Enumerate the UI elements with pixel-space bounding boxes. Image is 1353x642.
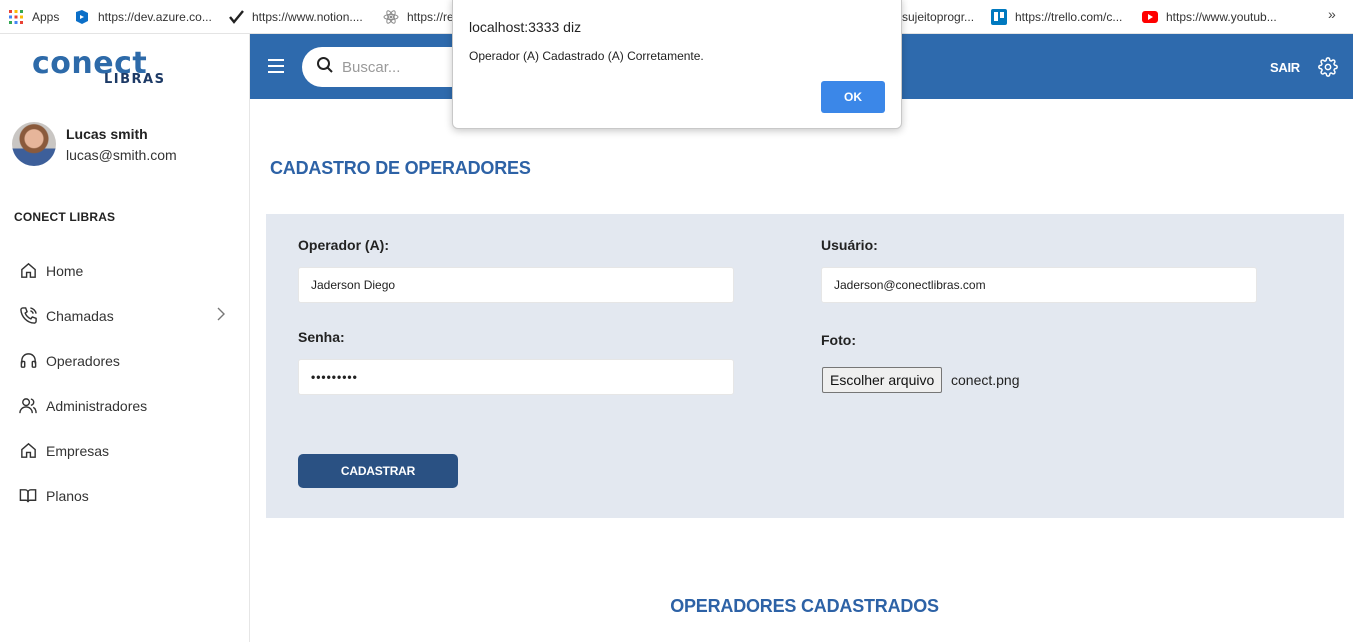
bookmark-label: https://trello.com/c... (1015, 9, 1123, 24)
bookmark-youtube[interactable]: https://www.youtub... (1142, 0, 1277, 33)
hamburger-menu-icon[interactable] (266, 56, 286, 76)
sidebar-item-empresas[interactable]: Empresas (0, 428, 249, 473)
sidebar-item-planos[interactable]: Planos (0, 473, 249, 518)
alert-dialog: localhost:3333 diz Operador (A) Cadastra… (452, 0, 902, 129)
page-title: CADASTRO DE OPERADORES (270, 158, 531, 178)
book-icon (18, 486, 38, 506)
user-name: Lucas smith (66, 126, 148, 142)
user-email: lucas@smith.com (66, 147, 177, 163)
search-box[interactable] (302, 47, 472, 87)
azure-icon (74, 9, 90, 25)
registered-operators-title: OPERADORES CADASTRADOS (670, 596, 939, 616)
bookmark-apps[interactable]: Apps (8, 0, 59, 33)
bookmark-label: https://dev.azure.co... (98, 9, 212, 24)
operator-name-field[interactable] (298, 267, 734, 303)
sidebar-nav: Home Chamadas Operadores Administradores (0, 248, 249, 518)
notion-check-icon (228, 9, 244, 25)
alert-ok-button[interactable]: OK (821, 81, 885, 113)
phone-icon (18, 306, 38, 326)
gear-icon[interactable] (1318, 57, 1338, 77)
bookmark-label: Apps (32, 9, 60, 24)
password-field[interactable] (298, 359, 734, 395)
avatar (12, 122, 56, 166)
bookmark-notion[interactable]: https://www.notion.... (228, 0, 363, 33)
sidebar-item-label: Planos (46, 487, 89, 504)
sidebar-section-title: CONECT LIBRAS (14, 210, 116, 224)
sidebar-item-operadores[interactable]: Operadores (0, 338, 249, 383)
password-label: Senha: (298, 329, 345, 345)
sidebar-item-label: Operadores (46, 352, 120, 369)
building-icon (18, 441, 38, 461)
chevron-right-icon (217, 307, 225, 324)
react-icon (383, 9, 399, 25)
sidebar-item-label: Chamadas (46, 307, 114, 324)
bookmark-sujeitoprogramador[interactable]: sujeitoprogr... (902, 0, 974, 33)
operator-label: Operador (A): (298, 237, 389, 253)
sidebar: conect LIBRAS Lucas smith lucas@smith.co… (0, 34, 250, 642)
bookmark-label: https://www.notion.... (252, 9, 363, 24)
bookmark-react[interactable]: https://re (383, 0, 454, 33)
choose-file-button[interactable]: Escolher arquivo (822, 367, 943, 393)
conect-libras-logo[interactable]: conect LIBRAS (32, 48, 182, 88)
operator-form: Operador (A): Usuário: Senha: Foto: Esco… (266, 214, 1344, 518)
bookmarks-overflow-button[interactable]: » (1328, 6, 1336, 22)
apps-grid-icon (8, 9, 24, 25)
bookmark-azure[interactable]: https://dev.azure.co... (74, 0, 212, 33)
youtube-icon (1142, 9, 1158, 25)
search-input[interactable] (342, 58, 462, 76)
bookmark-label: sujeitoprogr... (902, 9, 975, 24)
logout-button[interactable]: SAIR (1270, 60, 1300, 75)
bookmark-label: https://re (407, 9, 454, 24)
register-button[interactable]: CADASTRAR (298, 454, 458, 488)
trello-icon (991, 8, 1007, 25)
sidebar-item-label: Administradores (46, 397, 148, 414)
alert-title: localhost:3333 diz (469, 19, 582, 35)
alert-message: Operador (A) Cadastrado (A) Corretamente… (469, 49, 704, 63)
username-field[interactable] (821, 267, 1257, 303)
bookmark-label: https://www.youtub... (1166, 9, 1277, 24)
photo-label: Foto: (821, 332, 856, 348)
headset-icon (18, 351, 38, 371)
users-icon (18, 396, 38, 416)
user-label: Usuário: (821, 237, 878, 253)
selected-file-name: conect.png (951, 372, 1020, 388)
sidebar-item-label: Home (46, 262, 84, 279)
sidebar-item-home[interactable]: Home (0, 248, 249, 293)
home-icon (18, 261, 38, 281)
search-icon (316, 56, 334, 79)
sidebar-item-label: Empresas (46, 442, 110, 459)
logo-subtitle: LIBRAS (104, 72, 166, 87)
sidebar-item-chamadas[interactable]: Chamadas (0, 293, 249, 338)
sidebar-item-administradores[interactable]: Administradores (0, 383, 249, 428)
bookmark-trello[interactable]: https://trello.com/c... (991, 0, 1122, 33)
